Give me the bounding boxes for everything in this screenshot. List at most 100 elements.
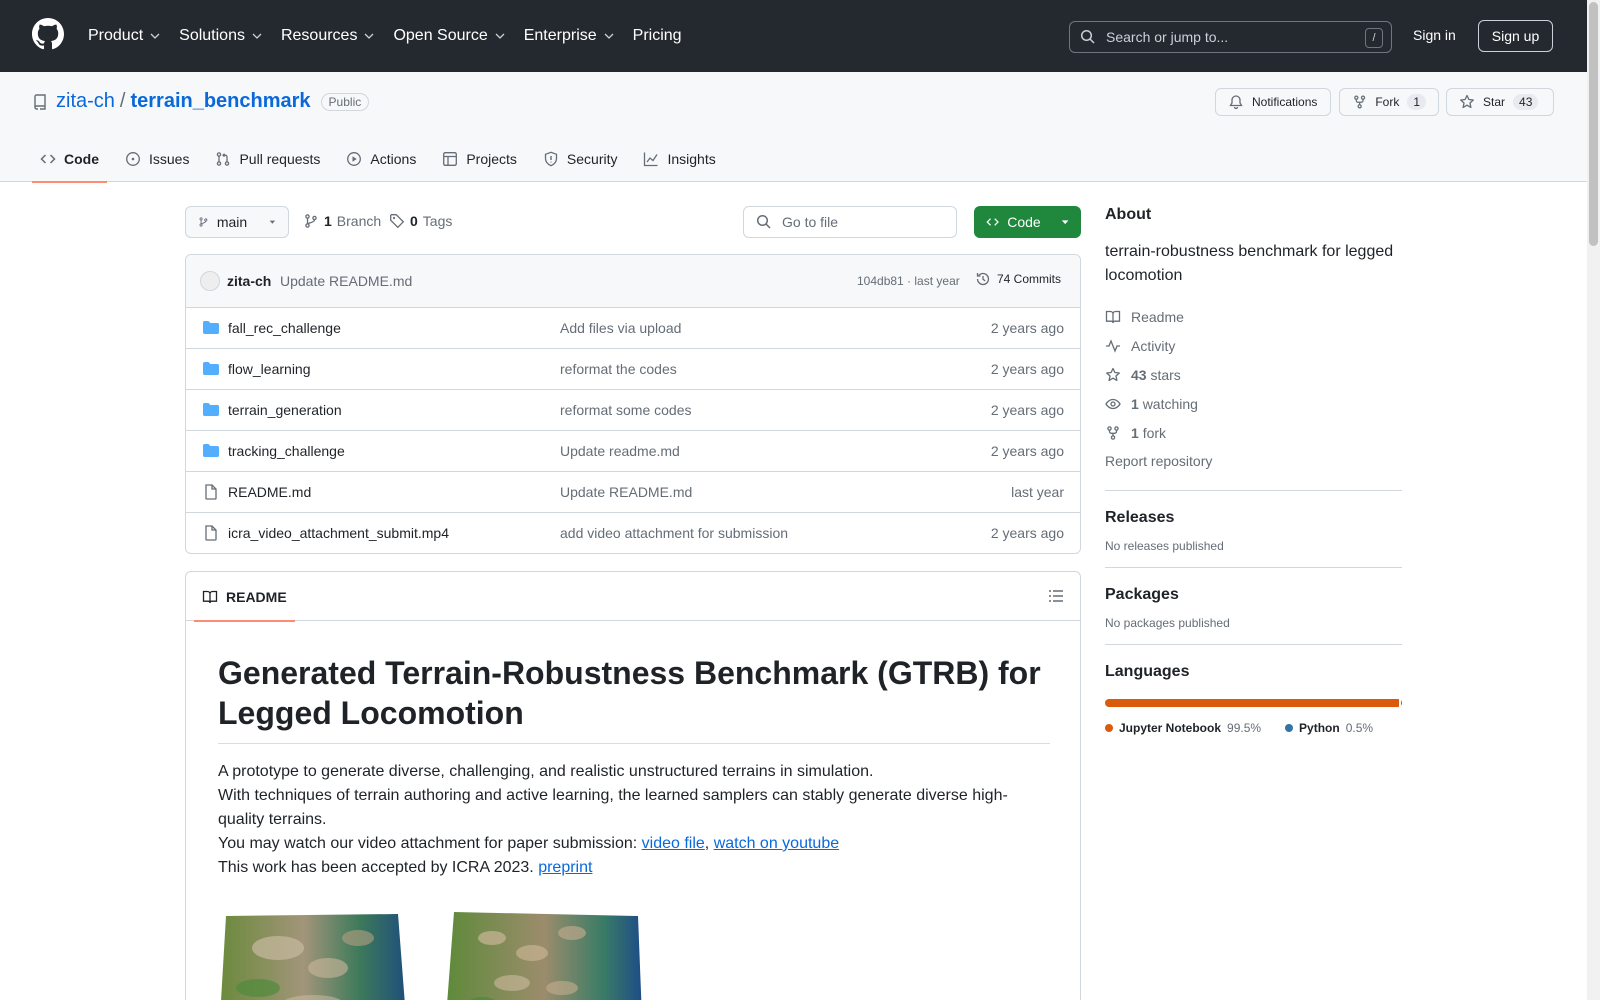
play-icon	[347, 152, 362, 166]
file-name-link[interactable]: README.md	[228, 484, 311, 500]
chevron-down-icon	[150, 33, 160, 39]
tab-issues[interactable]: Issues	[117, 136, 197, 182]
chevron-down-icon	[495, 33, 505, 39]
sign-in-link[interactable]: Sign in	[1413, 27, 1456, 43]
commits-history-link[interactable]: 74 Commits	[975, 271, 1061, 287]
repo-name-link[interactable]: terrain_benchmark	[130, 90, 310, 113]
language-bar-segment[interactable]	[1400, 699, 1402, 707]
history-icon	[976, 272, 990, 286]
commit-author-link[interactable]: zita-ch	[227, 273, 271, 289]
table-icon	[443, 152, 458, 166]
list-unordered-icon[interactable]	[1048, 588, 1064, 604]
caret-down-icon	[1061, 220, 1069, 225]
scrollbar-thumb[interactable]	[1589, 2, 1598, 246]
table-row[interactable]: terrain_generation reformat some codes 2 y…	[186, 390, 1080, 431]
readme-tab[interactable]: README	[194, 572, 295, 622]
tag-label: Tags	[422, 213, 453, 229]
video-file-link[interactable]: video file	[642, 835, 705, 852]
forks-link[interactable]: 1 fork	[1105, 418, 1402, 447]
readme-line-1: A prototype to generate diverse, challen…	[218, 763, 874, 780]
notifications-button[interactable]: Notifications	[1215, 88, 1331, 116]
search-input[interactable]: Search or jump to... /	[1069, 21, 1392, 53]
language-color-dot	[1105, 724, 1113, 732]
tab-security[interactable]: Security	[535, 136, 626, 182]
table-row[interactable]: README.md Update README.md last year	[186, 472, 1080, 513]
file-commit-message-link[interactable]: reformat the codes	[560, 361, 677, 377]
releases-heading[interactable]: Releases	[1105, 509, 1402, 527]
avatar[interactable]	[200, 271, 220, 291]
tab-pull-requests[interactable]: Pull requests	[207, 136, 328, 182]
branch-icon	[199, 217, 208, 227]
language-color-dot	[1285, 724, 1294, 732]
repo-sidebar: About terrain-robustness benchmark for l…	[1105, 206, 1402, 735]
language-item[interactable]: Jupyter Notebook 99.5%	[1105, 721, 1261, 735]
watching-link[interactable]: 1 watching	[1105, 389, 1402, 418]
table-row[interactable]: tracking_challenge Update readme.md 2 year…	[186, 431, 1080, 472]
packages-heading[interactable]: Packages	[1105, 586, 1402, 604]
packages-empty-text: No packages published	[1105, 616, 1230, 630]
pulse-icon	[1106, 338, 1120, 353]
preprint-link[interactable]: preprint	[538, 859, 592, 876]
tab-code[interactable]: Code	[32, 136, 107, 183]
language-bar-segment[interactable]	[1105, 699, 1399, 707]
stars-label: stars	[1150, 366, 1181, 383]
nav-pricing[interactable]: Pricing	[633, 24, 690, 48]
file-name-link[interactable]: icra_video_attachment_submit.mp4	[228, 525, 449, 541]
tab-label: Security	[566, 151, 618, 167]
readme-panel: README Generated Terrain-Robustness Benc…	[185, 571, 1081, 1000]
commit-message-link[interactable]: Update README.md	[280, 273, 412, 289]
tags-link[interactable]: 0 Tags	[389, 213, 452, 229]
scrollbar[interactable]	[1587, 0, 1600, 1000]
tab-insights[interactable]: Insights	[635, 136, 723, 182]
file-commit-message-link[interactable]: add video attachment for submission	[560, 525, 788, 541]
file-commit-message-link[interactable]: Add files via upload	[560, 320, 681, 336]
divider	[1105, 644, 1402, 645]
file-commit-message-link[interactable]: reformat some codes	[560, 402, 692, 418]
file-commit-message-link[interactable]: Update readme.md	[560, 443, 680, 459]
terrain-image-1	[221, 914, 405, 1000]
fork-button[interactable]: Fork 1	[1339, 88, 1439, 116]
nav-product[interactable]: Product	[88, 24, 169, 48]
language-name: Jupyter Notebook	[1119, 721, 1222, 735]
table-row[interactable]: fall_rec_challenge Add files via upload 2 …	[186, 308, 1080, 349]
branch-selector[interactable]: main	[185, 206, 289, 238]
nav-resources[interactable]: Resources	[281, 24, 383, 48]
readme-link[interactable]: Readme	[1105, 302, 1402, 331]
terrain-image-2	[447, 912, 642, 1000]
file-name-link[interactable]: terrain_generation	[228, 402, 342, 418]
file-commit-message-link[interactable]: Update README.md	[560, 484, 692, 500]
activity-link[interactable]: Activity	[1105, 331, 1402, 360]
stars-link[interactable]: 43 stars	[1105, 360, 1402, 389]
pull-request-icon	[217, 152, 230, 166]
readme-line-2: With techniques of terrain authoring and…	[218, 787, 1008, 828]
file-name-link[interactable]: flow_learning	[228, 361, 311, 377]
go-to-file-input[interactable]: Go to file	[743, 206, 957, 238]
nav-solutions[interactable]: Solutions	[179, 24, 271, 48]
sign-up-button[interactable]: Sign up	[1478, 20, 1553, 52]
nav-enterprise[interactable]: Enterprise	[524, 24, 623, 48]
readme-tab-label: README	[226, 588, 287, 605]
repo-icon	[34, 93, 46, 110]
language-item[interactable]: Python 0.5%	[1285, 721, 1373, 735]
branch-count: 1	[324, 213, 332, 229]
table-row[interactable]: flow_learning reformat the codes 2 years a…	[186, 349, 1080, 390]
about-heading: About	[1105, 206, 1152, 223]
language-name: Python	[1299, 721, 1340, 735]
youtube-link[interactable]: watch on youtube	[714, 835, 839, 852]
chevron-down-icon	[604, 33, 614, 39]
nav-open-source[interactable]: Open Source	[393, 24, 513, 48]
file-name-link[interactable]: fall_rec_challenge	[228, 320, 341, 336]
nav-label: Enterprise	[523, 27, 597, 44]
file-name-link[interactable]: tracking_challenge	[228, 443, 345, 459]
table-row[interactable]: icra_video_attachment_submit.mp4 add vide…	[186, 513, 1080, 553]
file-commit-date: 2 years ago	[990, 320, 1064, 336]
commit-sha-time[interactable]: 104db81 · last year	[857, 274, 960, 288]
repo-owner-link[interactable]: zita-ch	[56, 90, 115, 113]
tab-actions[interactable]: Actions	[338, 136, 424, 182]
tab-projects[interactable]: Projects	[434, 136, 525, 182]
branches-link[interactable]: 1 Branch	[303, 213, 381, 229]
github-logo-icon[interactable]	[32, 18, 64, 50]
code-dropdown-button[interactable]: Code	[974, 206, 1081, 238]
report-repository-link[interactable]: Report repository	[1105, 447, 1402, 476]
star-button[interactable]: Star 43	[1446, 88, 1554, 116]
